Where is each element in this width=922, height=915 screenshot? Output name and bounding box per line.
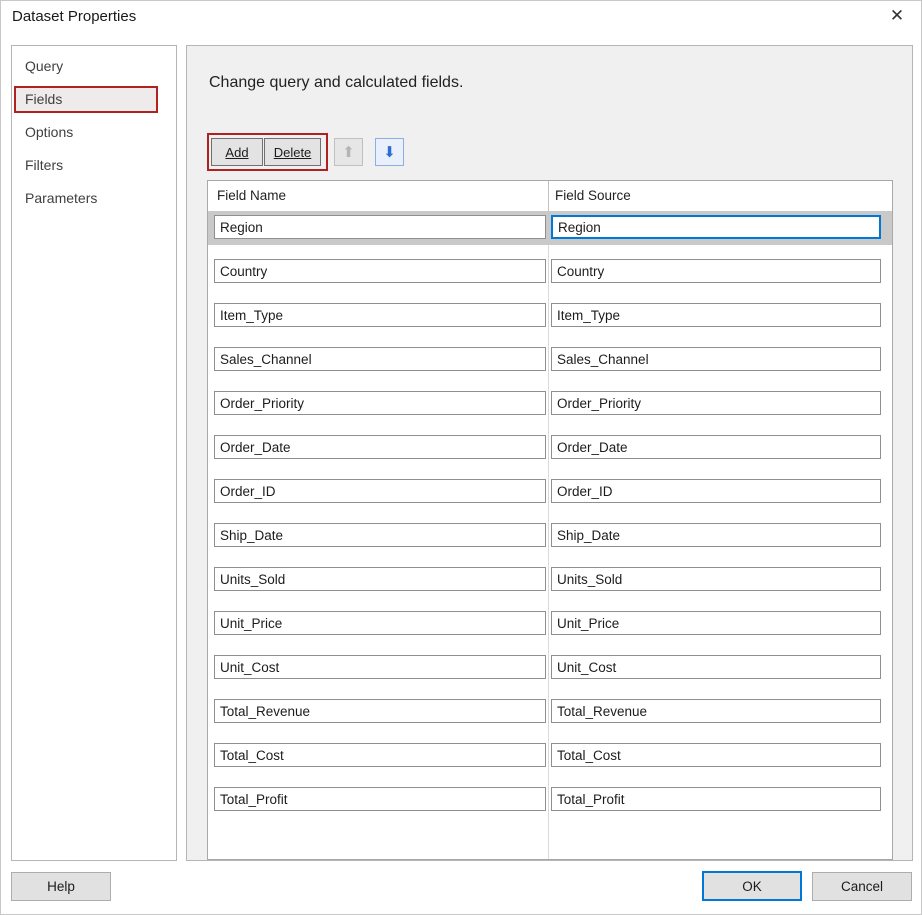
help-button[interactable]: Help <box>11 872 111 901</box>
field-name-input[interactable] <box>214 611 546 635</box>
field-source-input[interactable] <box>551 655 881 679</box>
column-header-field-name: Field Name <box>217 188 287 203</box>
field-name-input[interactable] <box>214 347 546 371</box>
sidebar-item-filters[interactable]: Filters <box>12 149 176 182</box>
add-button[interactable]: Add <box>211 138 263 166</box>
delete-button-label: Delete <box>273 144 312 160</box>
field-name-input[interactable] <box>214 435 546 459</box>
sidebar-item-label: Parameters <box>25 190 98 206</box>
sidebar-item-query[interactable]: Query <box>12 50 176 83</box>
field-name-input[interactable] <box>214 523 546 547</box>
fields-table: Field Name Field Source <box>207 180 893 860</box>
close-icon[interactable]: ✕ <box>886 5 908 27</box>
page-title: Change query and calculated fields. <box>209 74 464 91</box>
field-source-input[interactable] <box>551 303 881 327</box>
field-source-input[interactable] <box>551 611 881 635</box>
sidebar-item-label: Query <box>25 58 64 74</box>
table-row <box>208 608 892 652</box>
table-row <box>208 432 892 476</box>
field-name-input[interactable] <box>214 743 546 767</box>
sidebar-item-parameters[interactable]: Parameters <box>12 182 176 215</box>
field-name-input[interactable] <box>214 391 546 415</box>
field-name-input[interactable] <box>214 567 546 591</box>
main-panel: Change query and calculated fields. Add … <box>186 45 913 861</box>
move-down-button[interactable]: ⬇ <box>375 138 404 166</box>
field-source-input[interactable] <box>551 567 881 591</box>
field-name-input[interactable] <box>214 303 546 327</box>
field-source-input[interactable] <box>551 215 881 239</box>
table-row <box>208 256 892 300</box>
field-source-input[interactable] <box>551 523 881 547</box>
sidebar-item-label: Fields <box>25 91 63 107</box>
field-source-input[interactable] <box>551 787 881 811</box>
sidebar-item-label: Options <box>25 124 74 140</box>
table-row <box>208 300 892 344</box>
add-button-label: Add <box>225 144 249 160</box>
table-row <box>208 344 892 388</box>
arrow-up-icon: ⬆ <box>342 144 355 161</box>
field-name-input[interactable] <box>214 479 546 503</box>
column-header-field-source: Field Source <box>548 181 892 211</box>
table-row <box>208 476 892 520</box>
move-up-button[interactable]: ⬆ <box>334 138 363 166</box>
field-source-input[interactable] <box>551 699 881 723</box>
table-header: Field Name Field Source <box>208 181 892 212</box>
delete-button[interactable]: Delete <box>264 138 321 166</box>
sidebar-item-label: Filters <box>25 157 64 173</box>
table-body <box>208 211 892 828</box>
table-row <box>208 388 892 432</box>
table-row <box>208 784 892 828</box>
field-name-input[interactable] <box>214 259 546 283</box>
field-name-input[interactable] <box>214 787 546 811</box>
arrow-down-icon: ⬇ <box>383 144 396 161</box>
field-source-input[interactable] <box>551 259 881 283</box>
table-row <box>208 564 892 608</box>
field-source-input[interactable] <box>551 743 881 767</box>
table-row <box>208 740 892 784</box>
cancel-button[interactable]: Cancel <box>812 872 912 901</box>
sidebar-item-options[interactable]: Options <box>12 116 176 149</box>
sidebar-item-fields[interactable]: Fields <box>12 83 176 116</box>
field-source-input[interactable] <box>551 347 881 371</box>
table-row <box>208 520 892 564</box>
ok-button[interactable]: OK <box>702 871 802 901</box>
field-name-input[interactable] <box>214 699 546 723</box>
field-source-input[interactable] <box>551 479 881 503</box>
table-row <box>208 652 892 696</box>
field-source-input[interactable] <box>551 435 881 459</box>
dialog-title: Dataset Properties <box>12 8 137 25</box>
table-row <box>208 211 892 256</box>
field-source-input[interactable] <box>551 391 881 415</box>
field-name-input[interactable] <box>214 655 546 679</box>
table-row <box>208 696 892 740</box>
dataset-properties-dialog: Dataset Properties ✕ Query Fields Option… <box>0 0 922 915</box>
sidebar: Query Fields Options Filters Parameters <box>11 45 177 861</box>
field-name-input[interactable] <box>214 215 546 239</box>
